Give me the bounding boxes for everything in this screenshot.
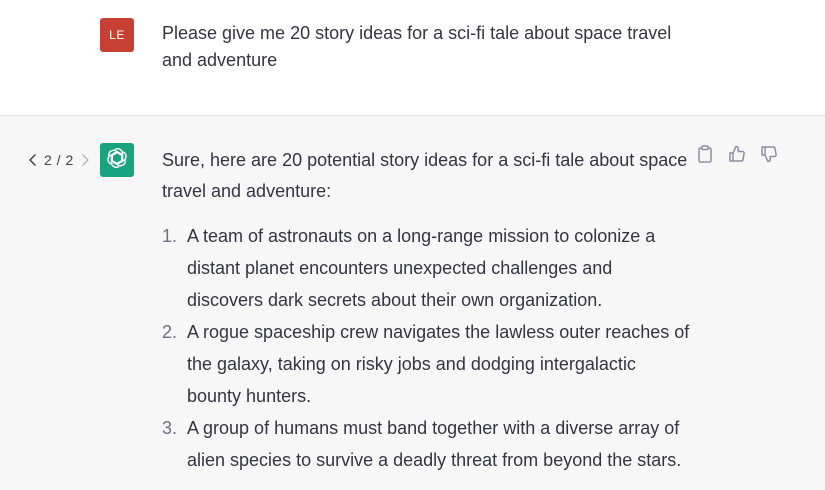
clipboard-icon (697, 144, 713, 168)
thumbs-down-icon (760, 145, 778, 168)
list-item-number: 2. (162, 322, 178, 342)
user-avatar-initials: LE (109, 28, 125, 42)
assistant-avatar (100, 143, 134, 177)
copy-button[interactable] (695, 144, 715, 168)
list-item-number: 1. (162, 226, 178, 246)
user-avatar: LE (100, 18, 134, 52)
chevron-left-icon[interactable] (26, 153, 40, 167)
list-item: 3. A group of humans must band together … (162, 412, 692, 476)
list-item: 2. A rogue spaceship crew navigates the … (162, 316, 692, 412)
list-item-text: A team of astronauts on a long-range mis… (187, 226, 656, 310)
list-item-text: A rogue spaceship crew navigates the law… (187, 322, 690, 406)
user-message-text: Please give me 20 story ideas for a sci-… (162, 23, 672, 70)
thumbs-up-button[interactable] (727, 145, 747, 167)
response-pager: 2 / 2 (26, 152, 92, 168)
assistant-intro: Sure, here are 20 potential story ideas … (162, 150, 688, 201)
message-actions (695, 144, 779, 168)
user-message-row: LE Please give me 20 story ideas for a s… (0, 0, 825, 116)
chevron-right-icon[interactable] (78, 153, 92, 167)
openai-logo-icon (105, 146, 129, 175)
thumbs-down-button[interactable] (759, 145, 779, 167)
thumbs-up-icon (728, 145, 746, 168)
list-item-number: 3. (162, 418, 178, 438)
response-count: 2 / 2 (44, 152, 74, 168)
assistant-message-text: Sure, here are 20 potential story ideas … (162, 145, 692, 476)
list-item: 1. A team of astronauts on a long-range … (162, 220, 692, 316)
story-ideas-list: 1. A team of astronauts on a long-range … (162, 220, 692, 476)
list-item-text: A group of humans must band together wit… (187, 418, 682, 470)
